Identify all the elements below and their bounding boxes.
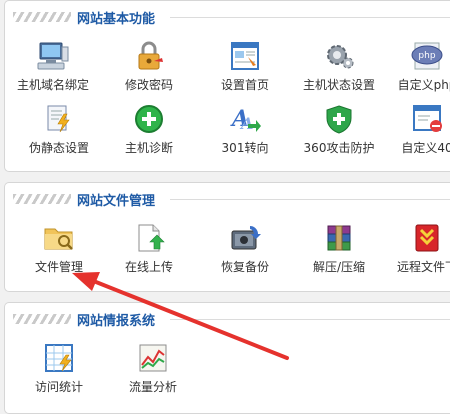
item-change-password[interactable]: 修改密码 bbox=[103, 41, 195, 93]
item-host-diagnosis[interactable]: 主机诊断 bbox=[103, 104, 195, 156]
item-online-upload[interactable]: 在线上传 bbox=[103, 223, 195, 275]
item-label: 主机诊断 bbox=[124, 141, 173, 155]
item-label: 301转向 bbox=[221, 141, 269, 155]
item-domain-binding[interactable]: 主机域名绑定 bbox=[7, 41, 99, 93]
item-set-homepage[interactable]: 设置首页 bbox=[199, 41, 291, 93]
item-label: 自定义40 bbox=[401, 141, 450, 155]
item-restore-backup[interactable]: 恢复备份 bbox=[199, 223, 291, 275]
header-stripes bbox=[13, 194, 71, 204]
item-301-redirect[interactable]: A A 301转向 bbox=[199, 104, 291, 156]
panel-intelligence-system: 网站情报系统 访问统计 流量分析 bbox=[4, 302, 450, 414]
panel-title: 网站基本功能 bbox=[77, 11, 156, 27]
item-traffic-analysis[interactable]: 流量分析 bbox=[107, 343, 199, 395]
panel-title: 网站情报系统 bbox=[77, 313, 156, 329]
header-divider bbox=[170, 17, 450, 18]
item-file-manager[interactable]: 文件管理 bbox=[13, 223, 105, 275]
statistics-icon bbox=[45, 344, 73, 372]
header-stripes bbox=[13, 12, 71, 22]
item-label: 远程文件下 bbox=[396, 260, 450, 274]
item-access-statistics[interactable]: 访问统计 bbox=[13, 343, 105, 395]
header-divider bbox=[170, 319, 450, 320]
panel-file-management: 网站文件管理 文件管理 在线上传 恢复备份 解压/压缩 远程文件 bbox=[4, 182, 450, 292]
svg-text:php: php bbox=[418, 51, 435, 61]
font-arrow-icon: A A bbox=[230, 106, 261, 133]
item-label: 修改密码 bbox=[124, 78, 173, 92]
item-label: 伪静态设置 bbox=[28, 141, 89, 155]
item-label: 恢复备份 bbox=[220, 260, 269, 274]
folder-search-icon bbox=[44, 228, 73, 250]
shield-icon bbox=[326, 105, 352, 134]
item-label: 解压/压缩 bbox=[312, 260, 366, 274]
item-extract-compress[interactable]: 解压/压缩 bbox=[293, 223, 385, 275]
item-custom-php[interactable]: php 自定义php bbox=[381, 41, 450, 93]
header-stripes bbox=[13, 314, 71, 324]
upload-icon bbox=[138, 224, 165, 252]
panel-header: 网站文件管理 bbox=[13, 191, 156, 209]
computer-icon bbox=[37, 42, 69, 70]
panel-header: 网站基本功能 bbox=[13, 9, 156, 27]
item-remote-download[interactable]: 远程文件下 bbox=[381, 223, 450, 275]
item-label: 360攻击防护 bbox=[303, 141, 375, 155]
backup-restore-icon bbox=[231, 226, 261, 250]
gear-icon bbox=[327, 45, 354, 69]
error-page-icon bbox=[413, 105, 442, 132]
panel-title: 网站文件管理 bbox=[77, 193, 156, 209]
item-360-protection[interactable]: 360攻击防护 bbox=[293, 104, 385, 156]
item-host-status[interactable]: 主机状态设置 bbox=[293, 41, 385, 93]
item-custom-404[interactable]: 自定义40 bbox=[381, 104, 450, 156]
item-label: 主机状态设置 bbox=[302, 78, 375, 92]
window-icon bbox=[231, 42, 259, 70]
svg-text:A: A bbox=[239, 114, 253, 133]
php-icon: php bbox=[411, 42, 443, 70]
item-label: 在线上传 bbox=[124, 260, 173, 274]
remote-download-icon bbox=[415, 224, 439, 252]
plus-circle-icon bbox=[135, 105, 163, 133]
header-divider bbox=[170, 199, 450, 200]
traffic-chart-icon bbox=[139, 344, 167, 372]
panel-header: 网站情报系统 bbox=[13, 311, 156, 329]
archive-icon bbox=[327, 225, 351, 251]
item-rewrite-settings[interactable]: 伪静态设置 bbox=[13, 104, 105, 156]
item-label: 主机域名绑定 bbox=[16, 78, 89, 92]
item-label: 自定义php bbox=[397, 78, 450, 92]
item-label: 访问统计 bbox=[34, 380, 83, 394]
panel-basic-functions: 网站基本功能 主机域名绑定 修改密码 设置首页 主机状态设置 php 自定义ph… bbox=[4, 0, 450, 172]
document-lightning-icon bbox=[47, 105, 70, 133]
item-label: 设置首页 bbox=[220, 78, 269, 92]
item-label: 流量分析 bbox=[128, 380, 177, 394]
item-label: 文件管理 bbox=[34, 260, 83, 274]
lock-icon bbox=[138, 41, 163, 70]
